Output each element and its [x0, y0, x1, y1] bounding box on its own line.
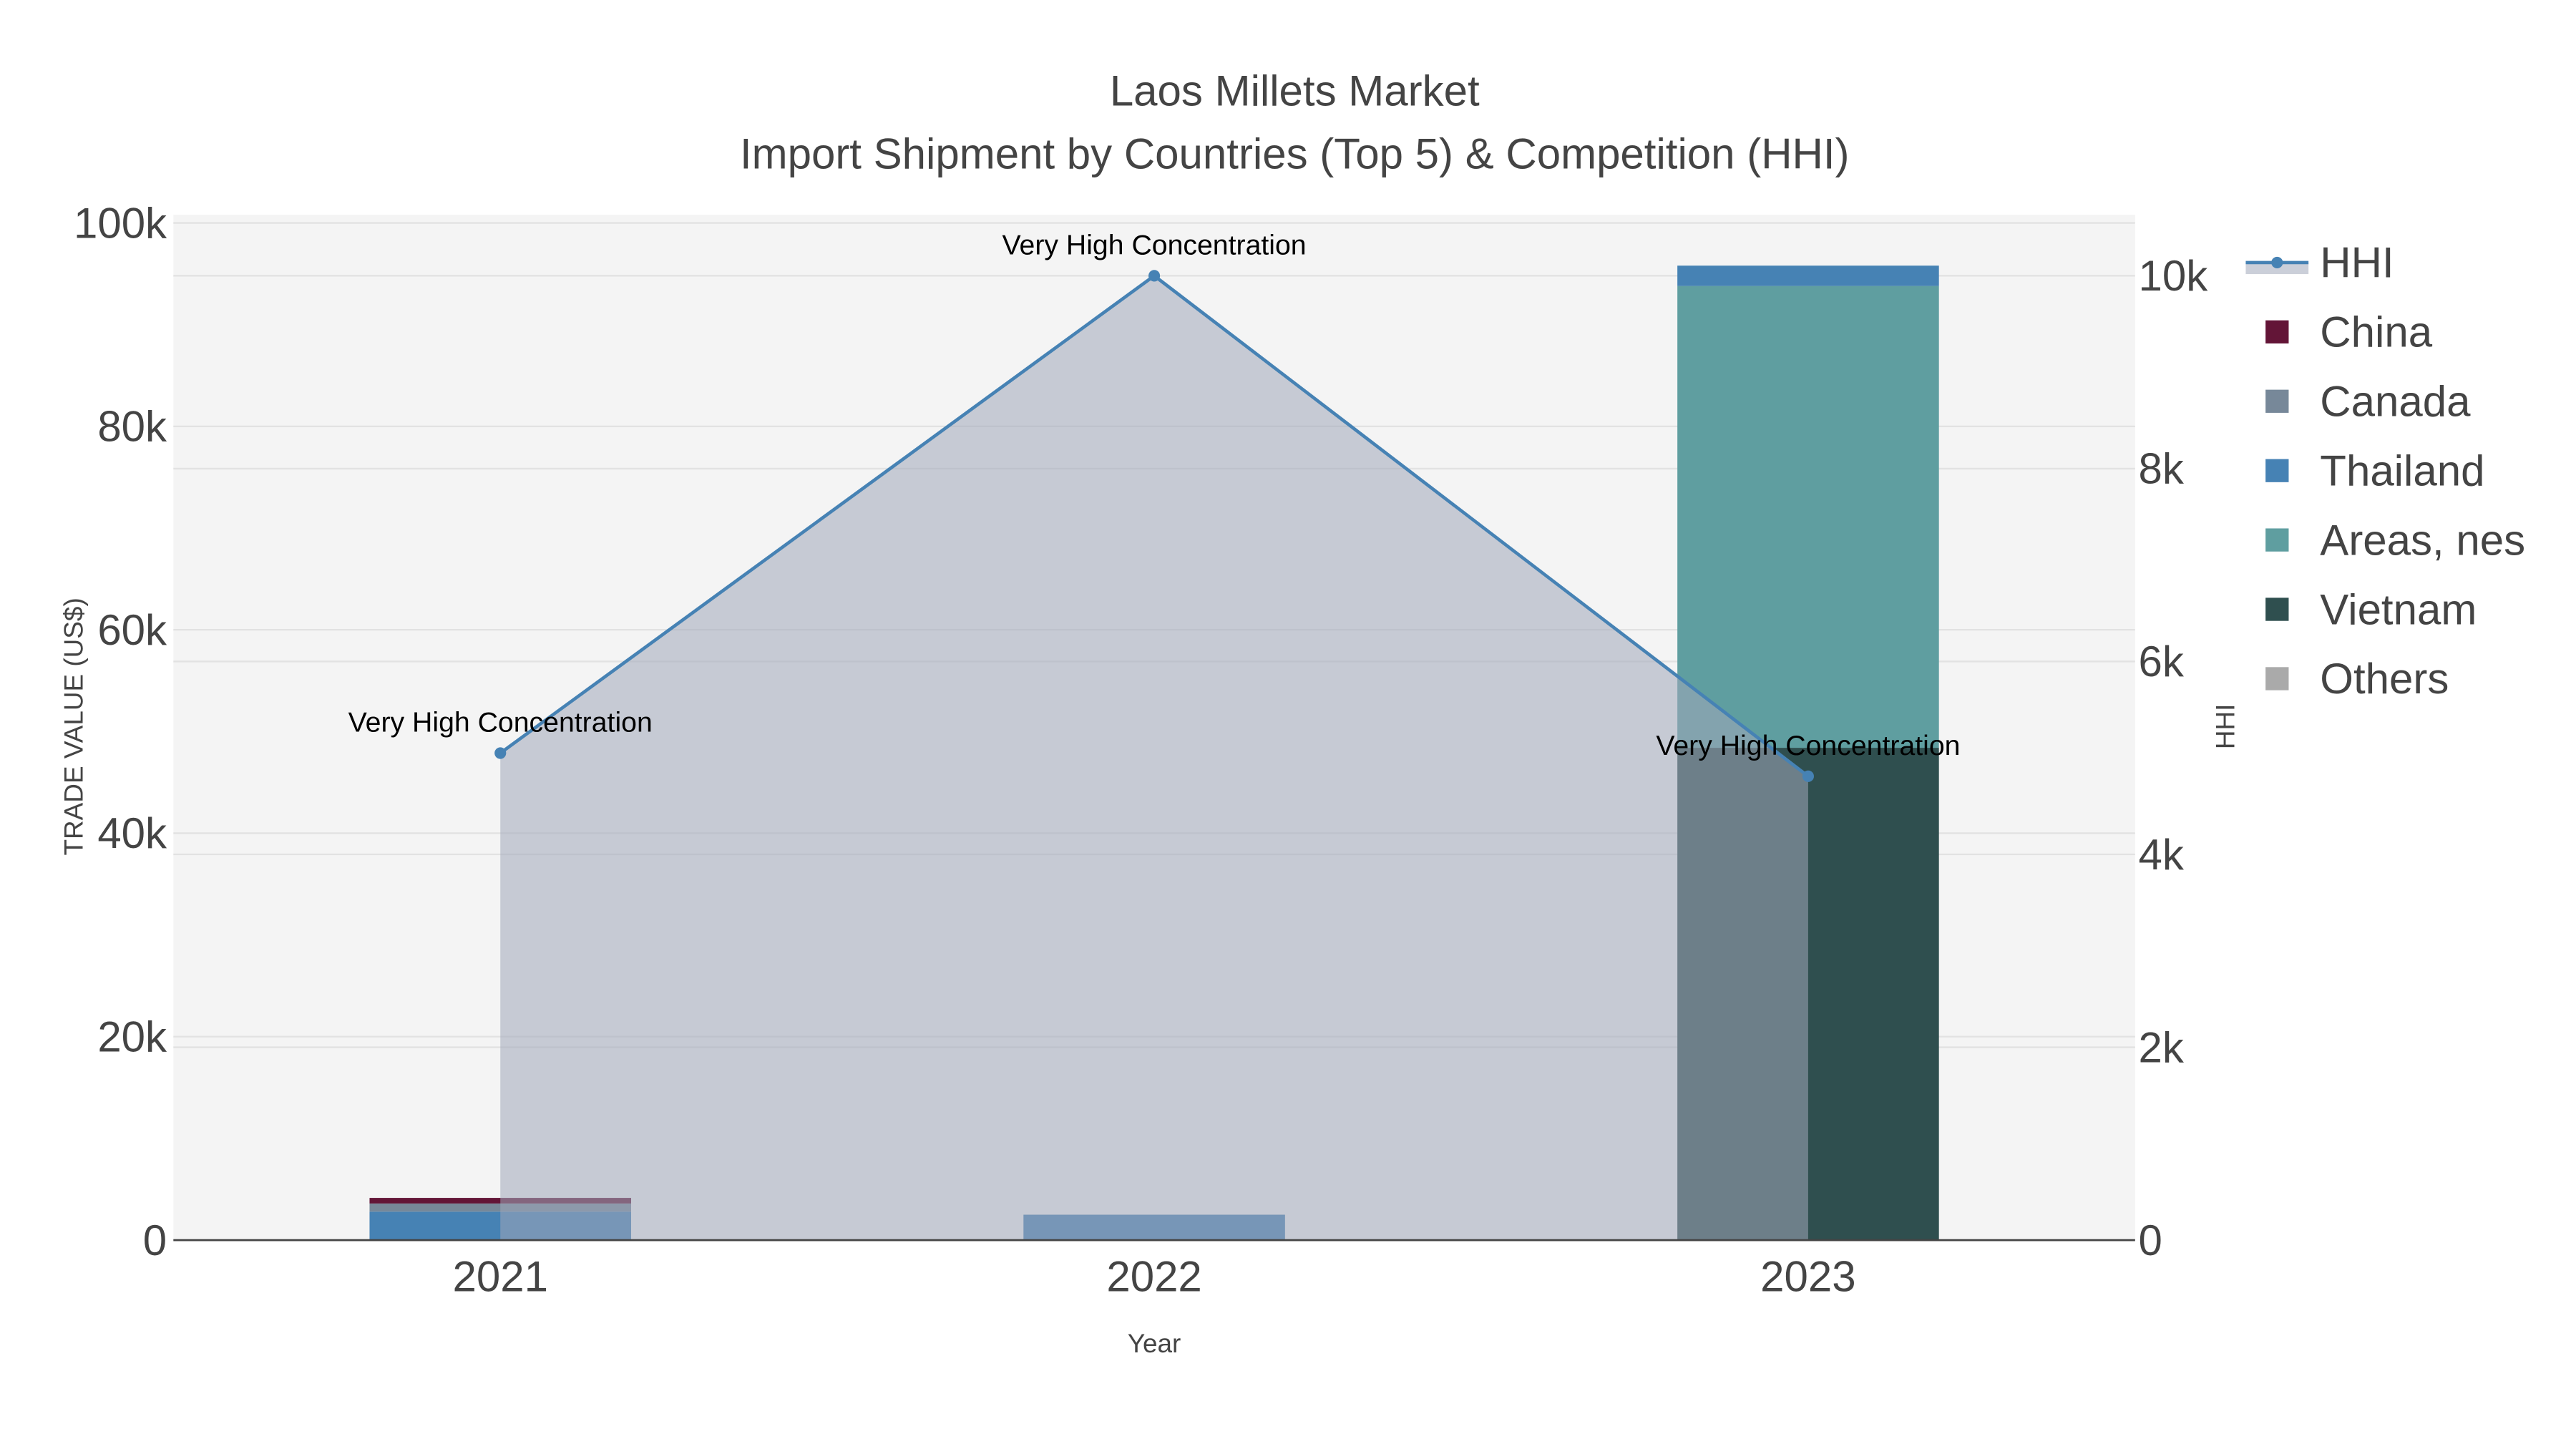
- y2-tick-label: 4k: [2138, 831, 2184, 879]
- legend-swatch: [2271, 256, 2283, 268]
- hhi-annotation: Very High Concentration: [1656, 730, 1960, 761]
- legend-swatch: [2265, 459, 2289, 482]
- y2-axis-title: HHI: [2210, 704, 2240, 750]
- y-tick-label: 40k: [97, 809, 167, 857]
- legend-swatch: [2265, 389, 2289, 413]
- legend-label: Vietnam: [2320, 585, 2477, 633]
- y2-tick-label: 10k: [2138, 252, 2208, 300]
- y-tick-label: 0: [143, 1216, 167, 1264]
- legend-label: Areas, nes: [2320, 516, 2525, 564]
- legend-item-areas-nes[interactable]: Areas, nes: [2265, 516, 2525, 564]
- legend-label: Canada: [2320, 378, 2471, 426]
- legend-item-canada[interactable]: Canada: [2265, 378, 2471, 426]
- legend-swatch: [2265, 597, 2289, 621]
- hhi-point[interactable]: [494, 747, 507, 759]
- legend-item-vietnam[interactable]: Vietnam: [2265, 585, 2477, 633]
- legend-item-others[interactable]: Others: [2265, 655, 2449, 703]
- legend-item-china[interactable]: China: [2265, 308, 2433, 356]
- hhi-point[interactable]: [1148, 270, 1161, 282]
- legend-label: China: [2320, 308, 2432, 356]
- hhi-annotation: Very High Concentration: [1002, 229, 1307, 260]
- legend-item-thailand[interactable]: Thailand: [2265, 447, 2484, 494]
- legend-swatch: [2265, 667, 2289, 691]
- y-tick-label: 80k: [97, 403, 167, 451]
- y-tick-label: 100k: [74, 199, 167, 247]
- x-axis-title: Year: [1128, 1329, 1181, 1358]
- y-axis-title: TRADE VALUE (US$): [59, 597, 88, 855]
- hhi-annotation: Very High Concentration: [348, 706, 653, 738]
- chart: Very High Concentration Very High Concent…: [59, 67, 2525, 1358]
- y2-tick-label: 2k: [2138, 1023, 2184, 1071]
- legend-swatch: [2265, 528, 2289, 552]
- x-tick-label: 2022: [1106, 1253, 1201, 1301]
- legend-swatch: [2265, 320, 2289, 343]
- bar-thailand-2023[interactable]: [1677, 265, 1939, 286]
- y2-tick-label: 6k: [2138, 638, 2184, 686]
- y2-tick-label: 8k: [2138, 445, 2184, 493]
- x-tick-label: 2021: [452, 1253, 547, 1301]
- x-tick-label: 2023: [1760, 1253, 1855, 1301]
- y2-tick-label: 0: [2138, 1216, 2162, 1264]
- legend-label: Thailand: [2320, 447, 2484, 494]
- legend: HHI China Canada Thailand Areas, nes Vietnam O…: [2245, 239, 2525, 703]
- y-tick-label: 60k: [97, 606, 167, 654]
- chart-title: Laos Millets Market: [1110, 67, 1480, 115]
- bar-areas-nes-2023[interactable]: [1677, 286, 1939, 748]
- chart-subtitle: Import Shipment by Countries (Top 5) & C…: [740, 130, 1850, 177]
- legend-item-hhi[interactable]: HHI: [2245, 239, 2394, 287]
- legend-label: HHI: [2320, 239, 2394, 287]
- hhi-point[interactable]: [1802, 770, 1814, 782]
- y-tick-label: 20k: [97, 1013, 167, 1061]
- legend-label: Others: [2320, 655, 2449, 703]
